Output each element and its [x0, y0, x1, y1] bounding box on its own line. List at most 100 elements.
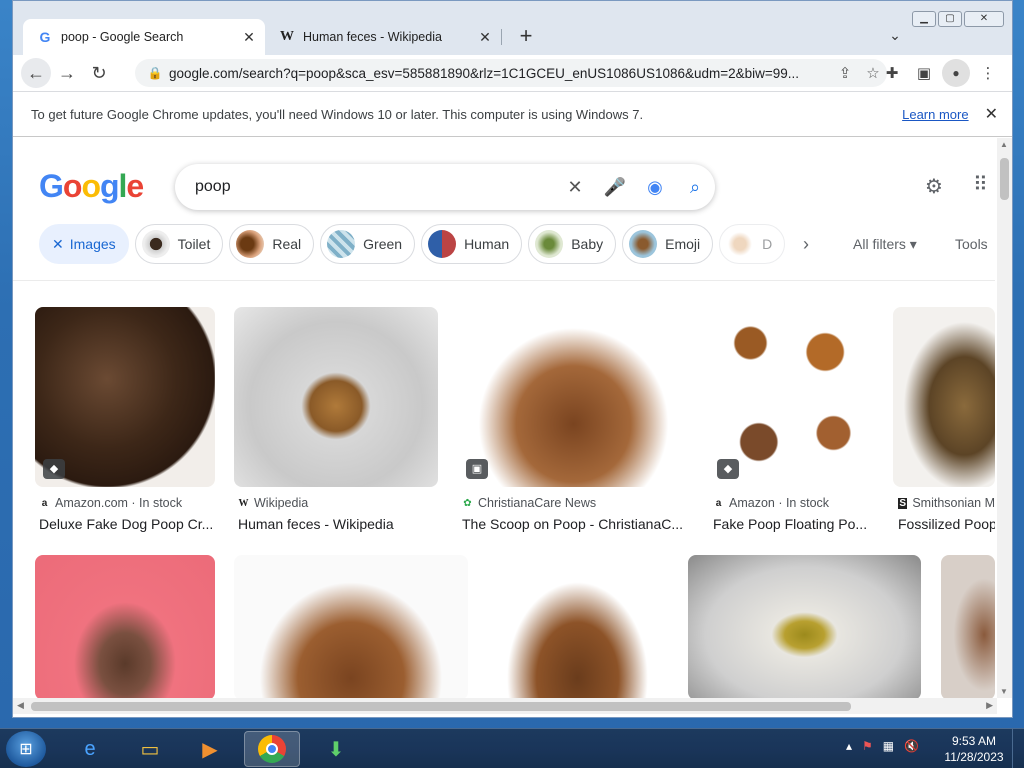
result-caption[interactable]: a Amazon.com · In stock Deluxe Fake Dog P…: [39, 496, 219, 532]
amazon-favicon-icon: a: [41, 497, 48, 509]
result-caption[interactable]: a Amazon · In stock Fake Poop Floating Po…: [713, 496, 875, 532]
result-image[interactable]: [35, 555, 215, 698]
scroll-left-arrow-icon[interactable]: ◀: [17, 700, 24, 711]
settings-gear-icon[interactable]: ⚙: [925, 174, 943, 199]
system-clock[interactable]: 9:53 AM 11/28/2023: [944, 733, 1004, 765]
result-image[interactable]: [487, 555, 668, 698]
result-image[interactable]: ▣: [458, 307, 689, 487]
reload-button[interactable]: ↻: [83, 57, 115, 89]
horizontal-scrollbar[interactable]: ◀ ▶: [13, 698, 997, 714]
result-image[interactable]: [688, 555, 921, 698]
result-caption[interactable]: S Smithsonian M Fossilized Poop: [898, 496, 995, 532]
tab-title: poop - Google Search: [61, 30, 184, 44]
address-bar[interactable]: 🔒 google.com/search?q=poop&sca_esv=58588…: [135, 59, 887, 87]
learn-more-link[interactable]: Learn more: [902, 107, 968, 122]
toolbar-actions: ✚ ▣ ● ⋮: [878, 59, 1002, 87]
chip-more[interactable]: D: [719, 224, 786, 264]
chips-next-chevron-icon[interactable]: ›: [803, 234, 809, 255]
chip-emoji[interactable]: Emoji: [622, 224, 714, 264]
clear-search-icon[interactable]: ✕: [555, 177, 595, 198]
all-filters-button[interactable]: All filters ▾: [853, 236, 917, 253]
result-image[interactable]: [234, 555, 468, 698]
result-source: W Wikipedia: [238, 496, 309, 510]
side-panel-icon[interactable]: ▣: [910, 59, 938, 87]
result-image[interactable]: ◆: [35, 307, 215, 487]
menu-kebab-icon[interactable]: ⋮: [974, 59, 1002, 87]
result-image[interactable]: [234, 307, 438, 487]
media-player-icon[interactable]: ▶: [182, 731, 238, 767]
chip-real[interactable]: Real: [229, 224, 315, 264]
start-button[interactable]: ⊞: [6, 731, 46, 767]
new-tab-button[interactable]: +: [513, 24, 539, 50]
result-title[interactable]: Fossilized Poop: [898, 516, 995, 532]
network-icon[interactable]: ▦: [883, 739, 894, 753]
extensions-puzzle-icon[interactable]: ✚: [878, 59, 906, 87]
search-box[interactable]: poop ✕ 🎤 ◉ ⌕: [175, 164, 715, 210]
chip-images[interactable]: ✕ Images: [39, 224, 129, 264]
volume-muted-icon[interactable]: 🔇: [904, 739, 919, 753]
file-explorer-icon[interactable]: ▭: [122, 731, 178, 767]
christianacare-favicon-icon: ✿: [463, 497, 472, 509]
chip-thumbnail: [428, 230, 457, 258]
lock-icon[interactable]: 🔒: [145, 66, 165, 80]
forward-button[interactable]: →: [51, 57, 83, 89]
tools-button[interactable]: Tools: [955, 236, 988, 252]
chip-baby[interactable]: Baby: [528, 224, 617, 264]
google-favicon-icon: G: [39, 29, 51, 45]
search-results-page: Google poop ✕ 🎤 ◉ ⌕ ⚙ ⠿ ✕ Images Toilet …: [13, 138, 995, 698]
show-desktop-button[interactable]: [1012, 729, 1024, 768]
result-image[interactable]: [941, 555, 995, 698]
profile-avatar-icon[interactable]: ●: [942, 59, 970, 87]
result-title[interactable]: Human feces - Wikipedia: [238, 516, 438, 532]
maximize-button[interactable]: ▢: [938, 11, 962, 27]
close-infobar-icon[interactable]: ✕: [985, 104, 998, 124]
scroll-up-arrow-icon[interactable]: ▲: [1000, 140, 1008, 149]
chip-human[interactable]: Human: [421, 224, 523, 264]
minimize-button[interactable]: ▁: [912, 11, 936, 27]
close-tab-icon[interactable]: ✕: [475, 29, 495, 46]
chip-green[interactable]: Green: [320, 224, 416, 264]
tab-search-chevron-icon[interactable]: ⌄: [885, 27, 905, 47]
image-type-icon: ▣: [466, 459, 488, 479]
url-text[interactable]: google.com/search?q=poop&sca_esv=5858818…: [169, 66, 831, 81]
internet-explorer-icon[interactable]: e: [62, 731, 118, 767]
close-tab-icon[interactable]: ✕: [239, 29, 259, 46]
microphone-icon[interactable]: 🎤: [595, 177, 635, 198]
scrollbar-thumb[interactable]: [1000, 158, 1009, 200]
scroll-down-arrow-icon[interactable]: ▼: [1000, 687, 1008, 696]
share-icon[interactable]: ⇪: [831, 64, 859, 82]
scroll-right-arrow-icon[interactable]: ▶: [986, 700, 993, 711]
chip-toilet[interactable]: Toilet: [134, 224, 224, 264]
product-tag-icon: ◆: [717, 459, 739, 479]
tab-divider: [501, 29, 502, 45]
result-image[interactable]: ◆: [709, 307, 875, 487]
filter-chips: ✕ Images Toilet Real Green Human Baby Em…: [39, 224, 786, 264]
result-title[interactable]: Fake Poop Floating Po...: [713, 516, 875, 532]
window-controls: ▁ ▢ ✕: [912, 11, 1004, 27]
scrollbar-thumb[interactable]: [31, 702, 851, 711]
search-submit-icon[interactable]: ⌕: [675, 177, 715, 198]
chip-thumbnail: [629, 230, 658, 258]
search-input[interactable]: poop: [195, 178, 555, 196]
vertical-scrollbar[interactable]: ▲ ▼: [997, 138, 1012, 698]
google-logo[interactable]: Google: [39, 168, 144, 205]
tray-expand-icon[interactable]: ▴: [846, 739, 852, 753]
download-app-icon[interactable]: ⬇: [308, 731, 364, 767]
result-image[interactable]: [893, 307, 995, 487]
tab-wikipedia[interactable]: W Human feces - Wikipedia ✕: [265, 19, 501, 55]
windows-taskbar: ⊞ e ▭ ▶ ⬇ ▴ ⚑ ▦ 🔇 9:53 AM 11/28/2023: [0, 728, 1024, 768]
close-window-button[interactable]: ✕: [964, 11, 1004, 27]
result-caption[interactable]: ✿ ChristianaCare News The Scoop on Poop -…: [462, 496, 689, 532]
action-center-flag-icon[interactable]: ⚑: [862, 739, 873, 753]
google-apps-grid-icon[interactable]: ⠿: [973, 172, 988, 197]
chrome-taskbar-icon[interactable]: [244, 731, 300, 767]
google-lens-icon[interactable]: ◉: [635, 177, 675, 198]
result-title[interactable]: The Scoop on Poop - ChristianaC...: [462, 516, 689, 532]
result-title[interactable]: Deluxe Fake Dog Poop Cr...: [39, 516, 219, 532]
tab-strip: G poop - Google Search ✕ W Human feces -…: [13, 1, 1012, 55]
tab-title: Human feces - Wikipedia: [303, 30, 442, 44]
tab-google-search[interactable]: G poop - Google Search ✕: [23, 19, 265, 55]
result-caption[interactable]: W Wikipedia Human feces - Wikipedia: [238, 496, 438, 532]
remove-filter-icon[interactable]: ✕: [52, 236, 64, 253]
back-button[interactable]: ←: [21, 58, 51, 88]
